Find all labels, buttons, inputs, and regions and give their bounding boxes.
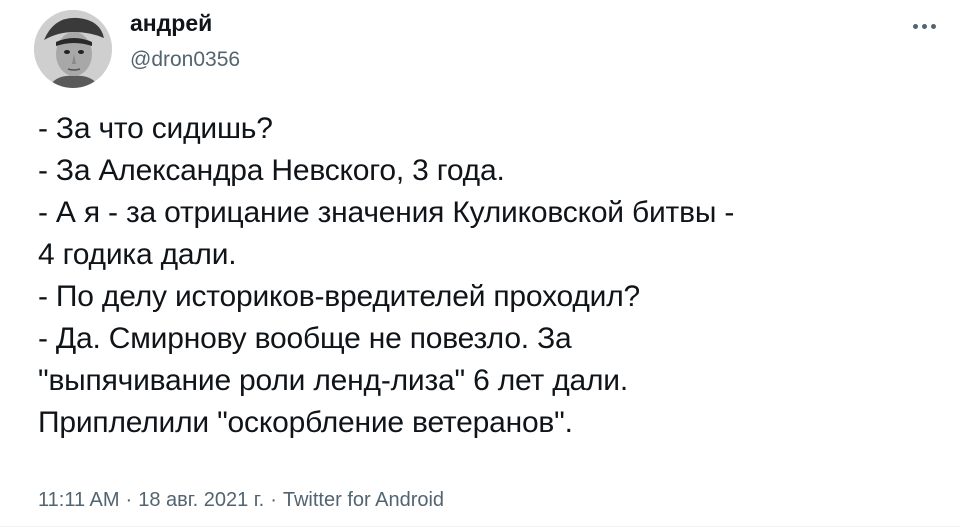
tweet-text-line: - За что сидишь? xyxy=(38,112,273,145)
more-options-button[interactable] xyxy=(906,14,942,38)
user-avatar-photo-icon xyxy=(34,10,112,88)
more-horizontal-icon-dot xyxy=(930,23,936,29)
tweet-text-line: 4 годика дали. xyxy=(38,238,237,271)
author-display-name[interactable]: андрей xyxy=(130,9,212,37)
tweet-date-link[interactable]: 18 авг. 2021 г. xyxy=(138,489,264,511)
tweet-text-line: - За Александра Невского, 3 года. xyxy=(38,154,505,187)
tweet-text-line: - А я - за отрицание значения Куликовско… xyxy=(38,196,735,229)
tweet-time-link[interactable]: 11:11 AM xyxy=(38,489,120,511)
author-avatar[interactable] xyxy=(34,10,112,88)
author-handle[interactable]: @dron0356 xyxy=(130,47,240,73)
tweet-text-line: Приплелили "оскорбление ветеранов". xyxy=(38,406,573,439)
more-horizontal-icon-dot xyxy=(921,23,927,29)
meta-separator: · xyxy=(125,489,133,511)
tweet-meta: 11:11 AM · 18 авг. 2021 г. · Twitter for And… xyxy=(38,487,444,513)
tweet-card: андрей @dron0356 - За что сидишь? - За А… xyxy=(0,0,960,527)
tweet-text: - За что сидишь? - За Александра Невског… xyxy=(38,108,943,444)
meta-separator: · xyxy=(270,489,277,511)
tweet-source-link[interactable]: Twitter for Android xyxy=(283,489,444,511)
tweet-text-line: "выпячивание роли ленд-лиза" 6 лет дали. xyxy=(38,364,628,397)
tweet-text-line: - По делу историков-вредителей проходил? xyxy=(38,280,641,313)
tweet-text-line: - Да. Смирнову вообще не повезло. За xyxy=(38,322,572,355)
more-horizontal-icon xyxy=(912,23,918,29)
